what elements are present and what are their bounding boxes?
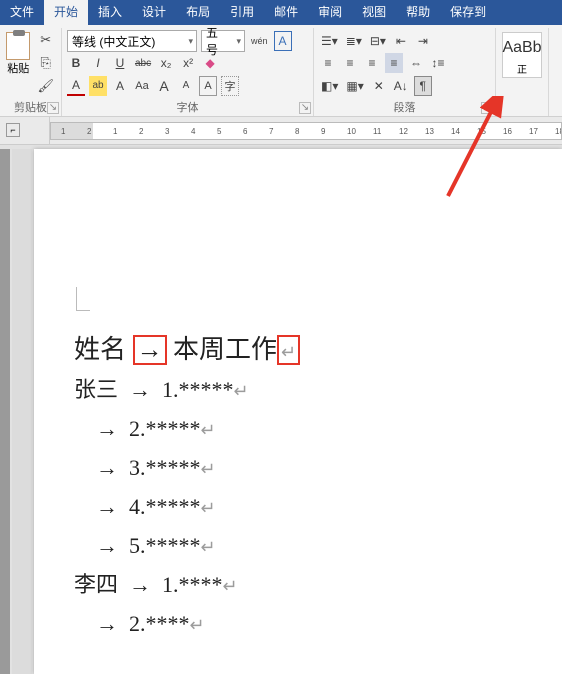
- paste-button[interactable]: 粘贴: [5, 30, 31, 78]
- font-launcher[interactable]: ↘: [299, 102, 311, 114]
- tab-design[interactable]: 设计: [132, 0, 176, 25]
- font-color-button[interactable]: A: [67, 76, 85, 96]
- tab-view[interactable]: 视图: [352, 0, 396, 25]
- doc-line: → 2.****↵: [74, 605, 562, 644]
- doc-line: → 5.*****↵: [74, 527, 562, 566]
- left-gutter-light: [12, 149, 32, 674]
- cut-button[interactable]: ✂: [35, 30, 56, 50]
- margin-mark: [76, 287, 90, 311]
- show-hide-marks-button[interactable]: ¶: [414, 76, 432, 96]
- highlight-tab-mark: →: [133, 335, 167, 365]
- tab-insert[interactable]: 插入: [88, 0, 132, 25]
- subscript-button[interactable]: x₂: [157, 53, 175, 73]
- document-page[interactable]: 姓名 → 本周工作↵ 张三 → 1.*****↵ → 2.*****↵ → 3.…: [34, 149, 562, 674]
- tab-file[interactable]: 文件: [0, 0, 44, 25]
- align-left-button[interactable]: ≡: [319, 53, 337, 73]
- multilevel-button[interactable]: ⊟▾: [368, 31, 388, 51]
- align-right-button[interactable]: ≡: [363, 53, 381, 73]
- tab-review[interactable]: 审阅: [308, 0, 352, 25]
- doc-line: 张三 → 1.*****↵: [74, 371, 562, 410]
- bold-button[interactable]: B: [67, 53, 85, 73]
- char-frame-button[interactable]: 字: [221, 76, 239, 96]
- align-center-button[interactable]: ≡: [341, 53, 359, 73]
- highlight-return-mark: ↵: [277, 335, 300, 365]
- underline-button[interactable]: U: [111, 53, 129, 73]
- clipboard-icon: [6, 32, 30, 60]
- align-justify-button[interactable]: ≡: [385, 53, 403, 73]
- phonetic-guide-button[interactable]: wén: [249, 31, 270, 51]
- tab-layout[interactable]: 布局: [176, 0, 220, 25]
- paragraph-group-label: 段落: [394, 102, 416, 114]
- horizontal-ruler[interactable]: 1212345678910111213141516171819: [50, 122, 562, 140]
- numbering-button[interactable]: ≣▾: [344, 31, 364, 51]
- distribute-button[interactable]: ⇔: [407, 53, 425, 73]
- font-group-label: 字体: [177, 102, 199, 114]
- doc-line: 李四 → 1.****↵: [74, 566, 562, 605]
- copy-button[interactable]: ⎘: [35, 53, 56, 73]
- grow-font-button[interactable]: A: [155, 76, 173, 96]
- strike-button[interactable]: abc: [133, 53, 153, 73]
- group-font: 等线 (中文正文) 五号 wén A B I U abc x₂ x² ◆ A a…: [62, 28, 314, 116]
- style-normal[interactable]: AaBb 正: [502, 32, 542, 78]
- asian-layout-button[interactable]: ✕: [370, 76, 388, 96]
- font-name-select[interactable]: 等线 (中文正文): [67, 30, 197, 52]
- char-border-button[interactable]: A: [274, 31, 292, 51]
- enclosed-char-button[interactable]: A: [199, 76, 217, 96]
- char-shading-button[interactable]: A: [111, 76, 129, 96]
- bullets-button[interactable]: ☰▾: [319, 31, 340, 51]
- ribbon: 粘贴 ✂ ⎘ 🖌 剪贴板 ↘ 等线 (中文正文) 五号 wén A B I U …: [0, 25, 562, 117]
- indent-decrease-button[interactable]: ⇤: [392, 31, 410, 51]
- shrink-font-button[interactable]: A: [177, 76, 195, 96]
- ribbon-tabs: 文件 开始 插入 设计 布局 引用 邮件 审阅 视图 帮助 保存到: [0, 0, 562, 25]
- ruler-corner: ⌐: [0, 117, 50, 145]
- font-size-select[interactable]: 五号: [201, 30, 245, 52]
- tab-home[interactable]: 开始: [44, 0, 88, 25]
- group-paragraph: ☰▾ ≣▾ ⊟▾ ⇤ ⇥ ≡ ≡ ≡ ≡ ⇔ ↕≡ ◧▾ ▦▾ ✕ A↓ ¶ 段…: [314, 28, 496, 116]
- tab-help[interactable]: 帮助: [396, 0, 440, 25]
- format-painter-button[interactable]: 🖌: [35, 76, 56, 96]
- superscript-button[interactable]: x²: [179, 53, 197, 73]
- document-body: 姓名 → 本周工作↵ 张三 → 1.*****↵ → 2.*****↵ → 3.…: [34, 329, 562, 644]
- doc-line: → 2.*****↵: [74, 410, 562, 449]
- doc-heading-line: 姓名 → 本周工作↵: [74, 329, 562, 371]
- indent-increase-button[interactable]: ⇥: [414, 31, 432, 51]
- document-area: 姓名 → 本周工作↵ 张三 → 1.*****↵ → 2.*****↵ → 3.…: [0, 145, 562, 674]
- paragraph-launcher[interactable]: ↘: [481, 102, 493, 114]
- tab-references[interactable]: 引用: [220, 0, 264, 25]
- clipboard-group-label: 剪贴板: [14, 102, 47, 114]
- line-spacing-button[interactable]: ↕≡: [429, 53, 447, 73]
- group-styles: AaBb 正: [496, 28, 549, 116]
- tab-selector[interactable]: ⌐: [6, 123, 20, 137]
- clipboard-launcher[interactable]: ↘: [47, 102, 59, 114]
- group-clipboard: 粘贴 ✂ ⎘ 🖌 剪贴板 ↘: [0, 28, 62, 116]
- doc-line: → 4.*****↵: [74, 488, 562, 527]
- doc-line: → 3.*****↵: [74, 449, 562, 488]
- tab-save[interactable]: 保存到: [440, 0, 496, 25]
- italic-button[interactable]: I: [89, 53, 107, 73]
- highlight-button[interactable]: ab: [89, 76, 107, 96]
- change-case-button[interactable]: Aa: [133, 76, 151, 96]
- left-gutter-dark: [0, 149, 10, 674]
- shading-button[interactable]: ◧▾: [319, 76, 340, 96]
- paste-label: 粘贴: [7, 60, 29, 76]
- tab-mail[interactable]: 邮件: [264, 0, 308, 25]
- sort-button[interactable]: A↓: [392, 76, 410, 96]
- borders-button[interactable]: ▦▾: [344, 76, 365, 96]
- ruler-row: ⌐ 1212345678910111213141516171819: [0, 117, 562, 145]
